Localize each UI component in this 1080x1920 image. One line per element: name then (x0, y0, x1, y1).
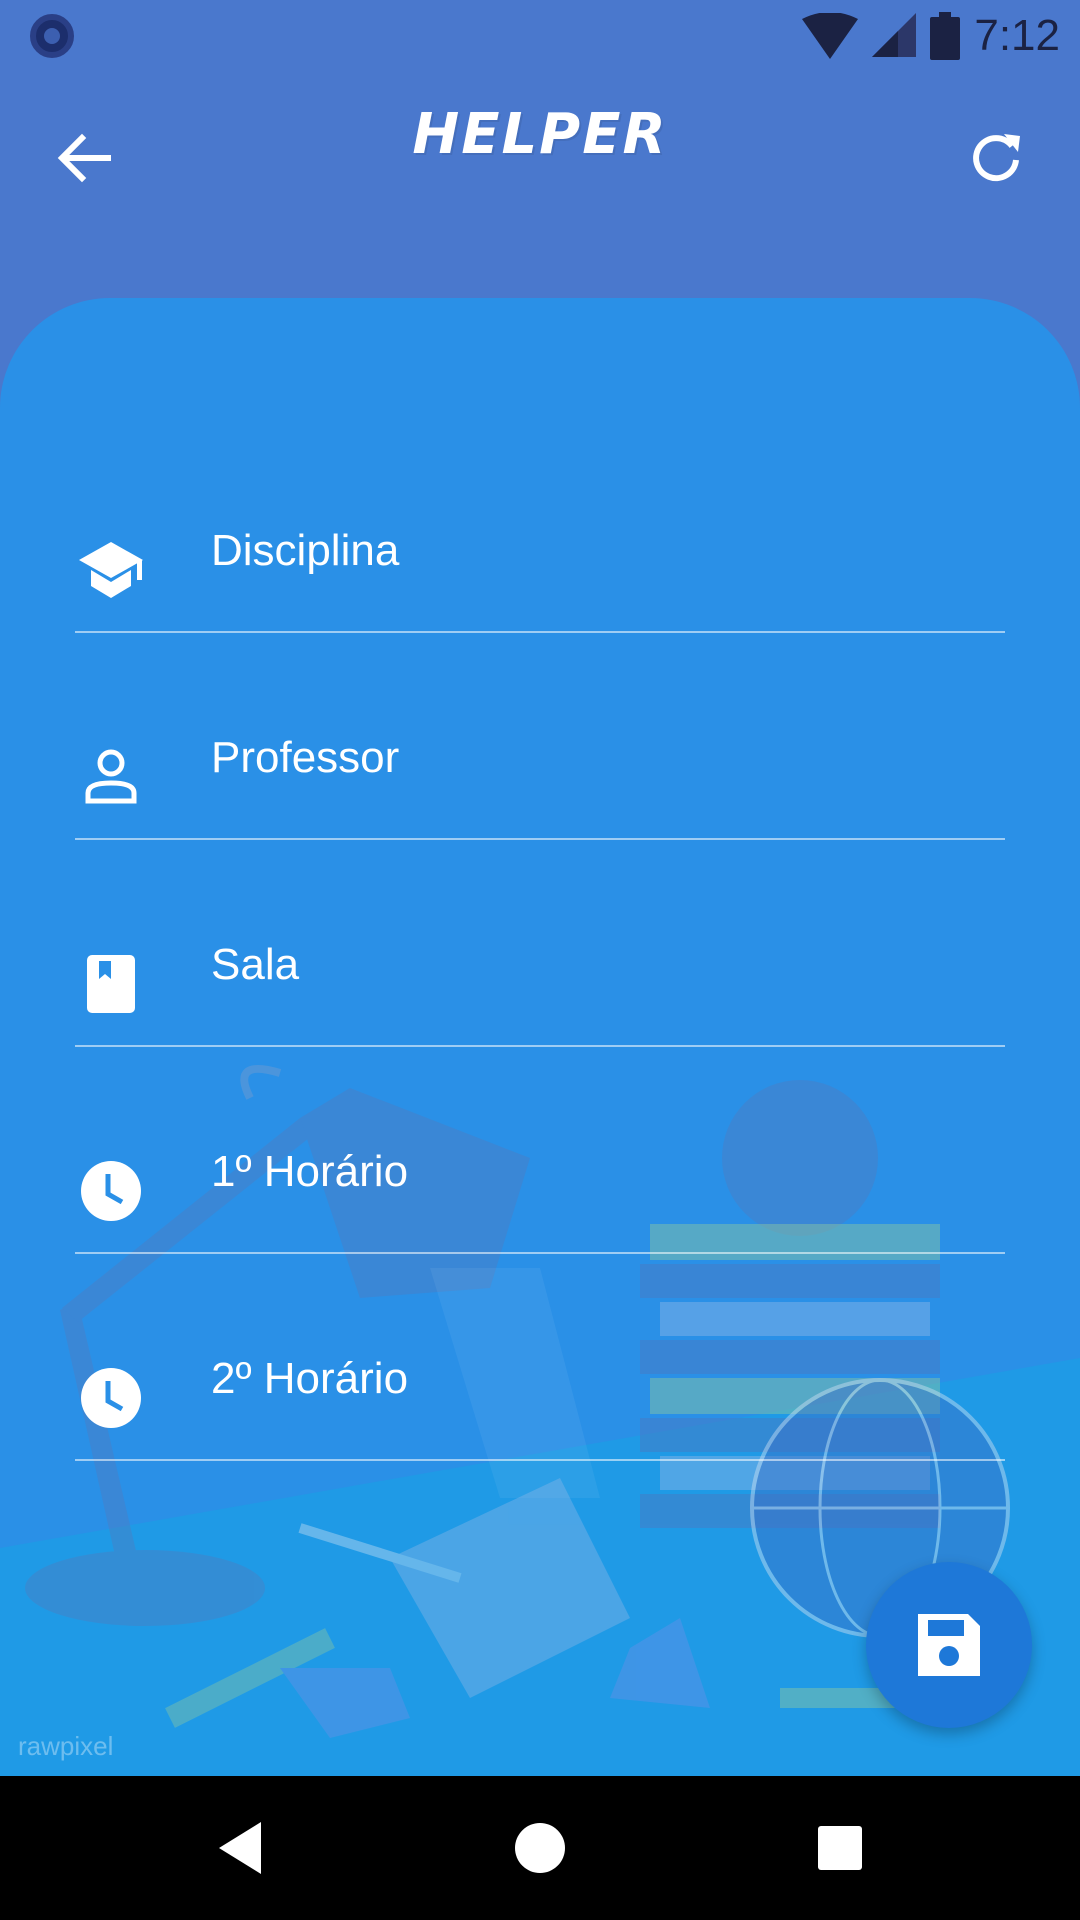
wifi-icon (802, 13, 859, 59)
back-triangle-icon (219, 1822, 261, 1874)
watermark: rawpixel (18, 1731, 114, 1761)
nav-back-button[interactable] (204, 1812, 276, 1884)
nav-home-button[interactable] (504, 1812, 576, 1884)
refresh-icon (973, 134, 1020, 182)
signal-icon (872, 13, 917, 57)
save-icon (918, 1614, 980, 1676)
home-circle-icon (515, 1823, 565, 1873)
field-professor[interactable]: Professor (75, 633, 1005, 840)
app-title: HELPER (412, 102, 668, 167)
clock-icon (75, 1155, 147, 1227)
status-bar: 7:12 (0, 0, 1080, 72)
toolbar: HELPER (0, 72, 1080, 240)
field-label-disciplina: Disciplina (211, 526, 400, 575)
field-label-horario-2: 2º Horário (211, 1354, 409, 1403)
person-icon (75, 741, 147, 813)
refresh-button[interactable] (960, 122, 1032, 194)
form-card: rawpixel Disciplina Professor Sala 1º Ho… (0, 298, 1080, 1776)
field-sala[interactable]: Sala (75, 840, 1005, 1047)
system-nav-bar (0, 1776, 1080, 1920)
field-disciplina[interactable]: Disciplina (75, 426, 1005, 633)
field-horario-1[interactable]: 1º Horário (75, 1047, 1005, 1254)
field-label-sala: Sala (211, 940, 300, 989)
book-icon (75, 948, 147, 1020)
field-horario-2[interactable]: 2º Horário (75, 1254, 1005, 1461)
status-icons: 7:12 (802, 6, 1060, 66)
battery-icon (930, 12, 961, 60)
nav-recents-button[interactable] (804, 1812, 876, 1884)
save-button[interactable] (866, 1562, 1032, 1728)
recents-square-icon (818, 1826, 862, 1870)
graduation-cap-icon (75, 534, 147, 606)
notification-dot-icon (30, 14, 74, 58)
clock-icon (75, 1362, 147, 1434)
field-label-horario-1: 1º Horário (211, 1147, 409, 1196)
status-time: 7:12 (974, 11, 1060, 60)
field-label-professor: Professor (211, 733, 400, 782)
